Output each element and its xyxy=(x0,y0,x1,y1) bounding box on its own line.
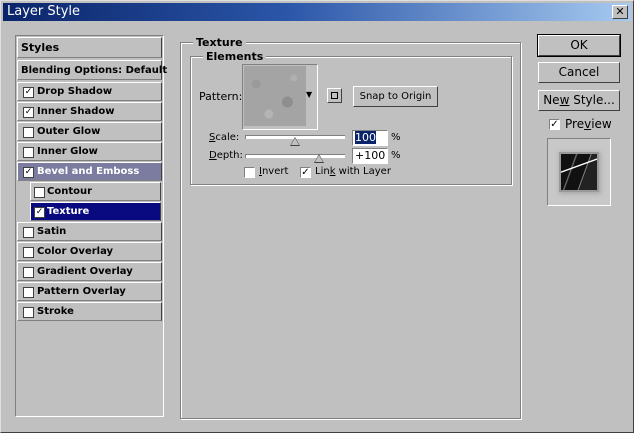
style-item-color-overlay[interactable]: Color Overlay xyxy=(17,242,162,261)
style-item-label: Pattern Overlay xyxy=(37,286,126,297)
style-item-inner-shadow[interactable]: ✓ Inner Shadow xyxy=(17,102,162,121)
checkbox[interactable] xyxy=(23,147,34,158)
scale-unit: % xyxy=(391,132,401,143)
preview-label: Preview xyxy=(565,117,612,131)
style-item-label: Inner Glow xyxy=(37,146,98,157)
style-item-label: Texture xyxy=(47,206,90,217)
pattern-label: Pattern: xyxy=(199,90,243,103)
style-item-bevel-and-emboss[interactable]: ✓ Bevel and Emboss xyxy=(17,162,162,181)
snap-to-origin-button[interactable]: Snap to Origin xyxy=(353,86,438,107)
blending-options-item[interactable]: Blending Options: Default xyxy=(17,60,167,80)
style-item-contour[interactable]: Contour xyxy=(30,182,161,201)
depth-slider-track[interactable] xyxy=(245,154,345,158)
close-icon[interactable]: ✕ xyxy=(612,5,628,19)
style-item-stroke[interactable]: Stroke xyxy=(17,302,162,321)
new-preset-icon[interactable] xyxy=(327,88,342,103)
checkbox[interactable] xyxy=(23,247,34,258)
styles-list: Styles Blending Options: Default ✓ Drop S… xyxy=(15,35,167,417)
styles-header[interactable]: Styles xyxy=(17,37,162,58)
cancel-button[interactable]: Cancel xyxy=(538,62,620,83)
checkbox[interactable] xyxy=(23,307,34,318)
check-icon[interactable]: ✓ xyxy=(23,107,34,118)
window-title: Layer Style xyxy=(7,4,81,19)
style-item-outer-glow[interactable]: Outer Glow xyxy=(17,122,162,141)
check-icon[interactable]: ✓ xyxy=(34,207,45,218)
style-item-label: Contour xyxy=(47,186,93,197)
check-icon[interactable]: ✓ xyxy=(23,167,34,178)
scale-label: Scale: xyxy=(209,132,240,143)
check-icon: ✓ xyxy=(301,167,310,178)
checkbox[interactable] xyxy=(34,187,45,198)
link-with-layer-checkbox[interactable]: ✓ xyxy=(300,167,311,178)
preset-square xyxy=(331,92,338,99)
panel-title: Texture xyxy=(193,36,246,49)
scale-input[interactable]: 100 xyxy=(352,130,388,146)
style-item-drop-shadow[interactable]: ✓ Drop Shadow xyxy=(17,82,162,101)
checkbox[interactable] xyxy=(23,267,34,278)
style-item-label: Bevel and Emboss xyxy=(37,166,140,177)
depth-input[interactable]: +100 xyxy=(352,148,388,164)
style-item-label: Gradient Overlay xyxy=(37,266,133,277)
style-item-gradient-overlay[interactable]: Gradient Overlay xyxy=(17,262,162,281)
scale-slider-thumb[interactable] xyxy=(289,137,300,146)
style-item-label: Color Overlay xyxy=(37,246,114,257)
group-title: Elements xyxy=(203,50,267,63)
style-item-label: Inner Shadow xyxy=(37,106,115,117)
style-item-label: Outer Glow xyxy=(37,126,101,137)
title-bar[interactable]: Layer Style ✕ xyxy=(3,3,631,21)
invert-checkbox[interactable] xyxy=(244,167,255,178)
preview-image xyxy=(561,154,597,190)
check-icon[interactable]: ✓ xyxy=(23,87,34,98)
depth-label: Depth: xyxy=(209,150,243,161)
style-item-label: Drop Shadow xyxy=(37,86,113,97)
check-icon: ✓ xyxy=(550,119,559,130)
style-item-satin[interactable]: Satin xyxy=(17,222,162,241)
dropdown-arrow-icon[interactable]: ▼ xyxy=(306,90,312,99)
link-with-layer-label: Link with Layer xyxy=(315,166,391,177)
ok-button[interactable]: OK xyxy=(537,34,621,57)
style-item-inner-glow[interactable]: Inner Glow xyxy=(17,142,162,161)
style-item-texture[interactable]: ✓ Texture xyxy=(30,202,161,221)
invert-label: Invert xyxy=(259,166,289,177)
style-item-pattern-overlay[interactable]: Pattern Overlay xyxy=(17,282,162,301)
preview-checkbox[interactable]: ✓ xyxy=(549,119,560,130)
depth-slider-thumb[interactable] xyxy=(314,154,325,163)
checkbox[interactable] xyxy=(23,287,34,298)
preview-thumbnail xyxy=(547,138,611,206)
pattern-swatch[interactable] xyxy=(244,66,306,126)
checkbox[interactable] xyxy=(23,127,34,138)
style-item-label: Stroke xyxy=(37,306,74,317)
new-style-button[interactable]: New Style... xyxy=(538,90,620,111)
checkbox[interactable] xyxy=(23,227,34,238)
style-item-label: Satin xyxy=(37,226,67,237)
depth-unit: % xyxy=(391,150,401,161)
